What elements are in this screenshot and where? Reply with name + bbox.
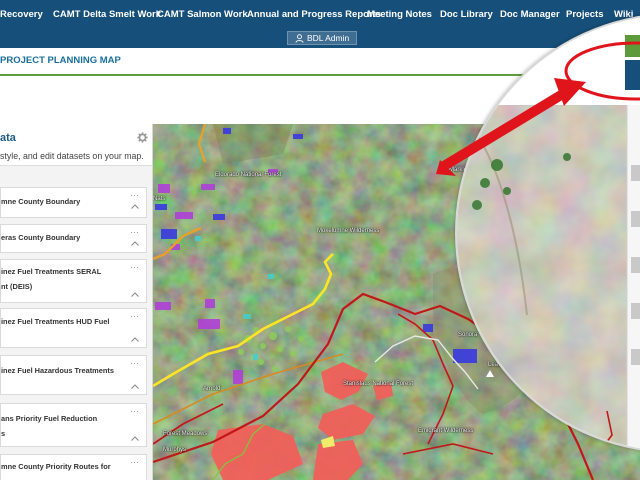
more-options-icon[interactable]: ··· [130,458,139,467]
data-panel: ata style, and edit datasets on your map… [0,124,153,480]
layer-card-label: inez Fuel Hazardous Treatments [1,366,114,375]
chevron-up-icon[interactable] [131,436,139,441]
layer-card-label: mne County Priority Routes for [1,462,111,471]
layer-card-label: mne County Boundary [1,197,81,206]
user-icon [295,34,304,43]
layer-card-fuel-treatments-hud[interactable]: inez Fuel Treatments HUD Fuel ··· [0,308,147,348]
gear-icon[interactable] [137,132,148,143]
layer-card-label-line2: s [1,429,6,438]
nav-item-annual-progress-reports[interactable]: Annual and Progress Reports [247,9,381,20]
chevron-up-icon[interactable] [131,241,139,246]
map-label: Sonora [458,332,478,338]
chevron-up-icon[interactable] [131,204,139,209]
nav-item-projects[interactable]: Projects [566,9,604,20]
chevron-up-icon[interactable] [131,292,139,297]
top-nav: Recovery CAMT Delta Smelt Work CAMT Salm… [0,0,640,48]
nav-item-camt-delta-smelt-work[interactable]: CAMT Delta Smelt Work [53,9,161,20]
user-menu-button[interactable]: BDL Admin [287,31,358,45]
data-panel-title: ata [0,132,16,144]
layer-card-label: inez Fuel Treatments SERAL [1,267,102,276]
map-label: Stanislaus National Forest [343,381,414,387]
more-options-icon[interactable]: ··· [130,191,139,200]
map-label: Forest Meadows [163,431,208,437]
layer-card-label: eras County Boundary [1,233,81,242]
more-options-icon[interactable]: ··· [130,407,139,416]
annotation-ellipse [564,41,640,101]
map-label: Nats [153,196,166,202]
more-options-icon[interactable]: ··· [130,359,139,368]
app-window: Recovery CAMT Delta Smelt Work CAMT Salm… [0,0,640,480]
layer-card-priority-routes[interactable]: mne County Priority Routes for ··· [0,454,147,480]
layer-card-fuel-treatments-seral[interactable]: inez Fuel Treatments SERAL nt (DEIS) ··· [0,259,147,303]
map-label: Emigrant Wilderness [418,428,474,434]
map-label: Arnold [203,386,221,392]
nav-item-camt-salmon-work[interactable]: CAMT Salmon Work [157,9,248,20]
more-options-icon[interactable]: ··· [130,312,139,321]
more-options-icon[interactable]: ··· [130,228,139,237]
layer-card-label: ans Priority Fuel Reduction [1,414,98,423]
layer-card-priority-fuel-reduction[interactable]: ans Priority Fuel Reduction s ··· [0,403,147,447]
map-label: Murphys [163,447,187,453]
nav-item-meeting-notes[interactable]: Meeting Notes [367,9,432,20]
nav-item-doc-manager[interactable]: Doc Manager [500,9,560,20]
nav-item-recovery[interactable]: Recovery [0,9,43,20]
chevron-up-icon[interactable] [131,384,139,389]
page-title: PROJECT PLANNING MAP [0,55,121,66]
map-label: Mokelumne Wilderness [317,228,380,234]
data-panel-subtitle: style, and edit datasets on your map. [0,151,144,161]
nav-item-doc-library[interactable]: Doc Library [440,9,493,20]
user-name: BDL Admin [307,33,350,43]
map-label: Eldorado National Forest [215,172,282,178]
layer-card-label: inez Fuel Treatments HUD Fuel [1,317,110,326]
layer-card-fuel-hazardous-treatments[interactable]: inez Fuel Hazardous Treatments ··· [0,355,147,395]
layer-card-calaveras-boundary[interactable]: eras County Boundary ··· [0,224,147,253]
data-panel-header: ata style, and edit datasets on your map… [0,124,152,166]
layer-card-label-line2: nt (DEIS) [1,282,33,291]
more-options-icon[interactable]: ··· [130,263,139,272]
layer-card-tuolumne-boundary[interactable]: mne County Boundary ··· [0,187,147,218]
chevron-up-icon[interactable] [131,337,139,342]
